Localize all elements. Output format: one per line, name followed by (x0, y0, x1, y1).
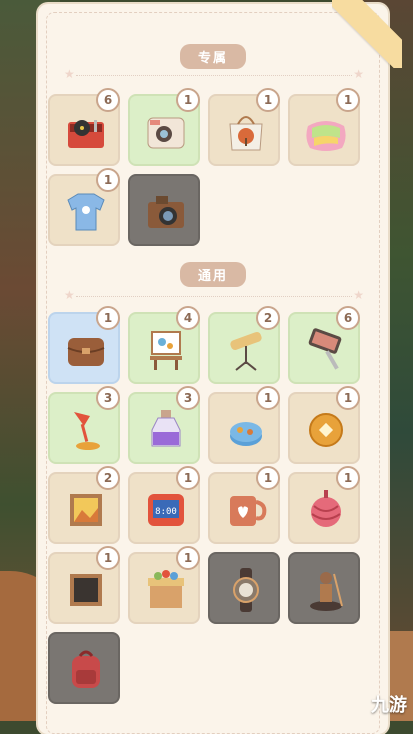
item-count-badge: 2 (96, 466, 120, 490)
section-title-common: 通用 (38, 262, 388, 287)
item-slot[interactable]: 1 (288, 386, 360, 464)
watermark-logo: 九游 (371, 695, 407, 716)
item-count-badge: 2 (256, 306, 280, 330)
item-count-badge: 6 (336, 306, 360, 330)
camera-icon (144, 188, 188, 236)
item-slot[interactable] (288, 552, 360, 624)
tote-bag-icon (224, 108, 268, 156)
item-slot[interactable]: 3 (128, 386, 200, 464)
wallet-icon (64, 326, 108, 374)
alarm-clock-icon: 8:00 (144, 486, 188, 534)
star-icon: ★ (64, 288, 75, 302)
item-slot[interactable]: 1 (48, 546, 120, 624)
item-slot[interactable] (128, 174, 200, 246)
item-count-badge: 1 (176, 88, 200, 112)
item-count-badge: 1 (256, 466, 280, 490)
item-slot[interactable]: 1 (288, 466, 360, 544)
item-slot[interactable]: 4 (128, 306, 200, 384)
section-title-exclusive: 专属 (38, 44, 388, 69)
pillow-icon (304, 108, 348, 156)
cookie-tin-icon (224, 406, 268, 454)
item-count-badge: 1 (256, 386, 280, 410)
item-count-badge: 3 (176, 386, 200, 410)
statue-icon (304, 566, 348, 614)
item-count-badge: 1 (176, 466, 200, 490)
item-count-badge: 3 (96, 386, 120, 410)
section-label: 通用 (179, 262, 246, 287)
backpack-icon (64, 646, 108, 694)
item-count-badge: 1 (176, 546, 200, 570)
yarn-ball-icon (304, 486, 348, 534)
item-slot[interactable]: 6 (288, 306, 360, 384)
item-count-badge: 1 (96, 546, 120, 570)
item-count-badge: 1 (336, 88, 360, 112)
item-slot[interactable]: 1 (48, 306, 120, 384)
star-icon: ★ (353, 288, 364, 302)
chalkboard-icon (64, 566, 108, 614)
inventory-panel: 专属 ★ ★ 6 1 1 1 1 通用 ★ ★ 1 4 2 6 3 3 1 1 2 8:00 1 1 1 1 1 (38, 0, 402, 734)
item-slot[interactable]: 1 (208, 386, 280, 464)
section-label: 专属 (179, 44, 246, 69)
phone-stick-icon (304, 326, 348, 374)
item-slot[interactable]: 8:00 1 (128, 466, 200, 544)
svg-text:8:00: 8:00 (155, 507, 177, 517)
potion-bottle-icon (144, 406, 188, 454)
item-slot[interactable]: 2 (48, 466, 120, 544)
item-count-badge: 1 (256, 88, 280, 112)
item-count-badge: 1 (96, 306, 120, 330)
item-count-badge: 6 (96, 88, 120, 112)
item-slot[interactable]: 1 (208, 88, 280, 166)
telescope-icon (224, 326, 268, 374)
gift-box-icon (144, 566, 188, 614)
item-slot[interactable]: 1 (128, 88, 200, 166)
item-slot[interactable] (48, 632, 120, 704)
item-count-badge: 1 (336, 466, 360, 490)
item-count-badge: 1 (96, 168, 120, 192)
star-icon: ★ (64, 67, 75, 81)
item-slot[interactable]: 1 (128, 546, 200, 624)
item-slot[interactable]: 1 (288, 88, 360, 166)
divider: ★ ★ (64, 288, 364, 302)
item-slot[interactable]: 1 (48, 168, 120, 246)
divider: ★ ★ (64, 67, 364, 81)
coin-icon (304, 406, 348, 454)
item-slot[interactable]: 6 (48, 88, 120, 166)
item-count-badge: 1 (336, 386, 360, 410)
item-slot[interactable]: 2 (208, 306, 280, 384)
item-slot[interactable]: 3 (48, 386, 120, 464)
tshirt-icon (64, 188, 108, 236)
record-player-icon (64, 108, 108, 156)
item-slot[interactable]: 1 (208, 466, 280, 544)
easel-icon (144, 326, 188, 374)
item-count-badge: 4 (176, 306, 200, 330)
star-icon: ★ (353, 67, 364, 81)
mug-icon (224, 486, 268, 534)
item-slot[interactable] (208, 552, 280, 624)
desk-lamp-icon (64, 406, 108, 454)
instant-camera-icon (144, 108, 188, 156)
wristwatch-icon (224, 566, 268, 614)
picture-frame-icon (64, 486, 108, 534)
